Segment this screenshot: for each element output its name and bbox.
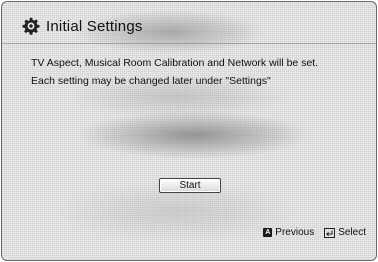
gear-icon: [22, 17, 40, 35]
title-bar: Initial Settings: [22, 14, 143, 38]
footer-hints: A Previous Select: [263, 227, 366, 238]
page-title: Initial Settings: [46, 17, 143, 35]
message-line-2: Each setting may be changed later under …: [31, 75, 271, 87]
select-label: Select: [338, 227, 366, 238]
select-hint[interactable]: Select: [324, 227, 366, 238]
previous-hint[interactable]: A Previous: [263, 227, 314, 238]
a-key-icon: A: [263, 228, 273, 237]
previous-label: Previous: [275, 227, 315, 238]
start-button[interactable]: Start: [159, 178, 221, 193]
initial-settings-screen: Initial Settings TV Aspect, Musical Room…: [1, 1, 377, 261]
title-divider: [2, 43, 376, 44]
message-line-1: TV Aspect, Musical Room Calibration and …: [31, 57, 319, 69]
enter-icon: [324, 227, 336, 238]
info-message: TV Aspect, Musical Room Calibration and …: [31, 54, 318, 90]
